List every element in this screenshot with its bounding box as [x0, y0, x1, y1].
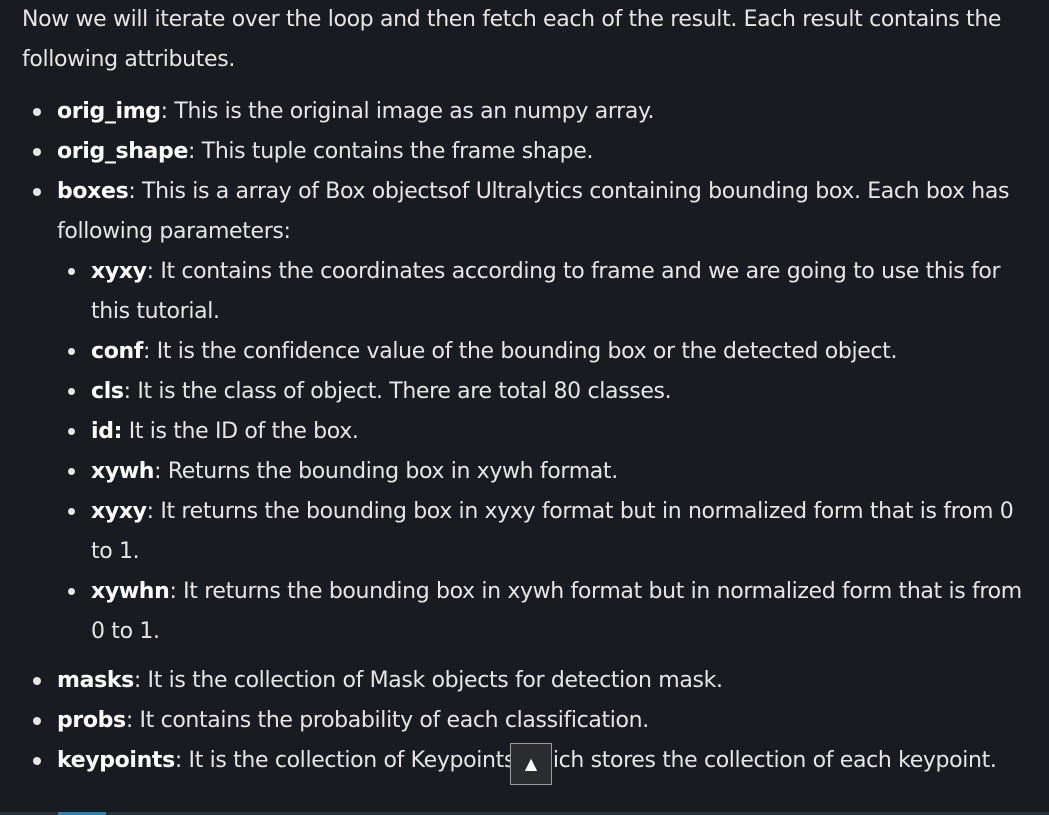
desc-keypoints: It is the collection of Keypoints which …	[181, 748, 997, 773]
list-item-masks: masks: It is the collection of Mask obje…	[22, 661, 1040, 701]
term-probs: probs	[57, 708, 126, 733]
term-xyxy: xyxy	[91, 259, 147, 284]
list-item-xywhn: xywhn: It returns the bounding box in xy…	[57, 572, 1040, 652]
list-item-orig-shape: orig_shape: This tuple contains the fram…	[22, 132, 1040, 172]
intro-paragraph: Now we will iterate over the loop and th…	[22, 7, 1002, 72]
term-cls: cls	[91, 379, 124, 404]
term-orig-shape: orig_shape	[57, 139, 189, 164]
term-xywh: xywh	[91, 459, 155, 484]
term-orig-img: orig_img	[57, 99, 161, 124]
list-item-conf: conf: It is the confidence value of the …	[57, 332, 1040, 372]
list-item-cls: cls: It is the class of object. There ar…	[57, 372, 1040, 412]
desc-xyxy: It contains the coordinates according to…	[91, 259, 1001, 324]
box-parameters-list: xyxy: It contains the coordinates accord…	[57, 252, 1040, 652]
desc-orig-shape: This tuple contains the frame shape.	[195, 139, 594, 164]
list-item-id: id: It is the ID of the box.	[57, 412, 1040, 452]
list-item-probs: probs: It contains the probability of ea…	[22, 701, 1040, 741]
article-content: Now we will iterate over the loop and th…	[22, 0, 1040, 781]
term-id: id:	[91, 419, 123, 444]
term-keypoints: keypoints	[57, 748, 175, 773]
term-masks: masks	[57, 668, 134, 693]
desc-xywhn: It returns the bounding box in xywh form…	[91, 579, 1022, 644]
desc-cls: It is the class of object. There are tot…	[130, 379, 672, 404]
list-item-boxes: boxes: This is a array of Box objectsof …	[22, 172, 1040, 652]
arrow-up-icon: ▲	[524, 754, 538, 773]
result-attributes-list: orig_img: This is the original image as …	[22, 92, 1040, 781]
list-item-orig-img: orig_img: This is the original image as …	[22, 92, 1040, 132]
term-xyxy-normalized: xyxy	[91, 499, 147, 524]
desc-masks: It is the collection of Mask objects for…	[140, 668, 723, 693]
list-item-xywh: xywh: Returns the bounding box in xywh f…	[57, 452, 1040, 492]
desc-probs: It contains the probability of each clas…	[132, 708, 650, 733]
desc-xyxy-normalized: It returns the bounding box in xyxy form…	[91, 499, 1014, 564]
term-xywhn: xywhn	[91, 579, 170, 604]
desc-xywh: Returns the bounding box in xywh format.	[161, 459, 618, 484]
term-conf: conf	[91, 339, 143, 364]
scroll-to-top-button[interactable]: ▲	[510, 743, 552, 785]
desc-boxes: This is a array of Box objectsof Ultraly…	[57, 179, 1010, 244]
list-item-xyxy-normalized: xyxy: It returns the bounding box in xyx…	[57, 492, 1040, 572]
list-item-xyxy: xyxy: It contains the coordinates accord…	[57, 252, 1040, 332]
desc-conf: It is the confidence value of the boundi…	[150, 339, 898, 364]
term-boxes: boxes	[57, 179, 129, 204]
desc-id: It is the ID of the box.	[122, 419, 359, 444]
desc-orig-img: This is the original image as an numpy a…	[167, 99, 655, 124]
